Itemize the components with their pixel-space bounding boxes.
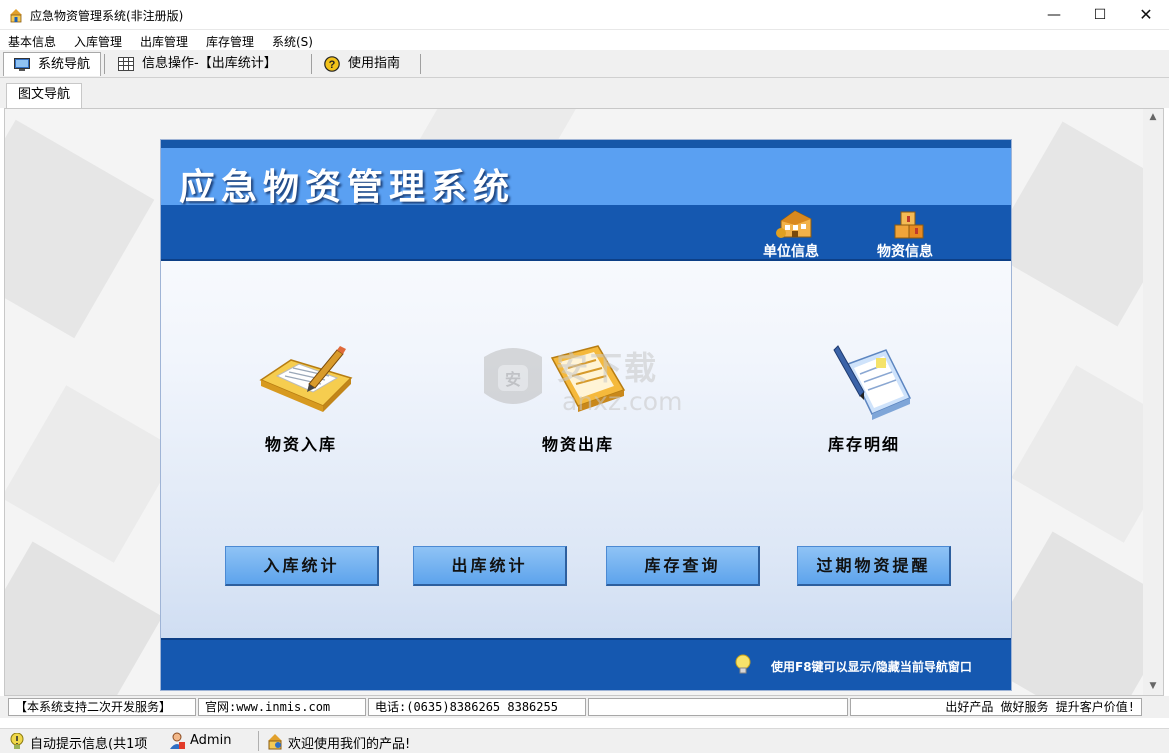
unit-info-label: 单位信息: [763, 244, 819, 260]
scroll-down-arrow-icon[interactable]: ▼: [1143, 678, 1163, 695]
status-website: 官网:www.inmis.com: [198, 698, 366, 716]
toolbar-divider: [104, 54, 105, 74]
svg-text:安: 安: [505, 370, 521, 389]
toolbar-guide[interactable]: ? 使用指南: [314, 52, 418, 76]
user-item: Admin: [166, 732, 232, 749]
bottom-status-bar: 自动提示信息(共1项 Admin 欢迎使用我们的产品!: [0, 728, 1169, 753]
expiry-reminder-button[interactable]: 过期物资提醒: [797, 546, 951, 586]
menu-outbound[interactable]: 出库管理: [140, 33, 188, 50]
material-info-label: 物资信息: [877, 244, 933, 260]
toolbar-system-nav-label: 系统导航: [38, 57, 91, 72]
tab-graphic-nav[interactable]: 图文导航: [6, 83, 82, 108]
panel-header: 应急物资管理系统: [161, 148, 1011, 208]
menu-bar: 基本信息 入库管理 出库管理 库存管理 系统(S): [0, 30, 1169, 50]
window-title: 应急物资管理系统(非注册版): [30, 9, 184, 23]
building-icon: [776, 210, 812, 238]
background-shape: [1011, 365, 1163, 543]
auto-tip-text: 自动提示信息(共1项: [30, 737, 148, 752]
tab-strip: 图文导航: [0, 78, 1169, 108]
menu-inventory[interactable]: 库存管理: [206, 33, 254, 50]
module-inventory-detail[interactable]: 库存明细: [779, 340, 949, 460]
background-shape: [5, 385, 179, 563]
toolbar-divider: [311, 54, 312, 74]
menu-system[interactable]: 系统(S): [272, 33, 313, 50]
background-shape: [987, 121, 1163, 327]
shield-logo-icon: 安: [484, 348, 542, 404]
watermark: 安 安下载 anxz.com: [476, 335, 696, 425]
minimize-button[interactable]: —: [1031, 0, 1077, 30]
quick-link-bar: 单位信息 物资信息: [161, 205, 1011, 261]
panel-title: 应急物资管理系统: [179, 166, 516, 208]
toolbar-info-ops[interactable]: 信息操作-【出库统计】: [108, 52, 308, 76]
user-icon: [170, 732, 185, 749]
grid-icon: [118, 57, 134, 71]
user-name: Admin: [190, 733, 232, 748]
panel-footer: 使用F8键可以显示/隐藏当前导航窗口: [161, 638, 1011, 690]
watermark-text: 安下载: [556, 349, 659, 387]
module-outbound-label: 物资出库: [541, 435, 614, 454]
background-shape: [5, 119, 155, 339]
module-inbound-label: 物资入库: [264, 435, 337, 454]
panel-top-stripe: [161, 140, 1011, 148]
unit-info-link[interactable]: 单位信息: [751, 205, 831, 261]
clipboard-pen-icon: [833, 345, 912, 420]
navigation-panel: 应急物资管理系统 单位信息 物资信息 物资入库 物资出库 库存明细 安 安下载 …: [160, 139, 1012, 691]
material-info-link[interactable]: 物资信息: [865, 205, 945, 261]
status-divider: [258, 731, 259, 751]
document-pen-icon: [259, 346, 353, 412]
status-dev-service: 【本系统支持二次开发服务】: [8, 698, 196, 716]
inventory-query-button[interactable]: 库存查询: [606, 546, 760, 586]
toolbar-system-nav[interactable]: 系统导航: [3, 52, 101, 76]
app-icon: [10, 9, 22, 23]
help-icon: ?: [324, 56, 340, 72]
status-empty: [588, 698, 848, 716]
title-bar: 应急物资管理系统(非注册版) — ☐ ✕: [0, 0, 1169, 30]
inbound-stats-button[interactable]: 入库统计: [225, 546, 379, 586]
toolbar-divider: [420, 54, 421, 74]
watermark-url: anxz.com: [562, 387, 683, 416]
menu-basic-info[interactable]: 基本信息: [8, 33, 56, 50]
bulb-alert-icon: [10, 733, 24, 749]
menu-inbound[interactable]: 入库管理: [74, 33, 122, 50]
outbound-stats-button[interactable]: 出库统计: [413, 546, 567, 586]
work-area: 应急物资管理系统 单位信息 物资信息 物资入库 物资出库 库存明细 安 安下载 …: [4, 108, 1164, 696]
app-icon: [268, 734, 282, 750]
monitor-icon: [14, 58, 30, 71]
auto-tip-item[interactable]: 自动提示信息(共1项: [6, 733, 160, 752]
vertical-scrollbar[interactable]: ▲ ▼: [1143, 109, 1163, 695]
f8-hint-text: 使用F8键可以显示/隐藏当前导航窗口: [771, 660, 972, 674]
welcome-item: 欢迎使用我们的产品!: [264, 733, 410, 752]
toolbar-guide-label: 使用指南: [348, 56, 401, 71]
welcome-text: 欢迎使用我们的产品!: [288, 737, 411, 752]
module-inventory-detail-label: 库存明细: [827, 435, 900, 454]
background-shape: [5, 541, 163, 695]
svg-text:?: ?: [329, 59, 336, 71]
boxes-icon: [894, 211, 924, 239]
lightbulb-icon: [735, 654, 751, 674]
module-inbound[interactable]: 物资入库: [216, 340, 386, 460]
toolbar-info-ops-label: 信息操作-【出库统计】: [142, 56, 277, 71]
info-status-bar: 【本系统支持二次开发服务】 官网:www.inmis.com 电话:(0635)…: [0, 696, 1169, 718]
status-slogan: 出好产品 做好服务 提升客户价值!: [850, 698, 1142, 716]
maximize-button[interactable]: ☐: [1077, 0, 1123, 30]
close-button[interactable]: ✕: [1123, 0, 1169, 30]
status-phone: 电话:(0635)8386265 8386255: [368, 698, 586, 716]
scroll-up-arrow-icon[interactable]: ▲: [1143, 109, 1163, 126]
toolbar: 系统导航 信息操作-【出库统计】 ? 使用指南: [0, 50, 1169, 78]
